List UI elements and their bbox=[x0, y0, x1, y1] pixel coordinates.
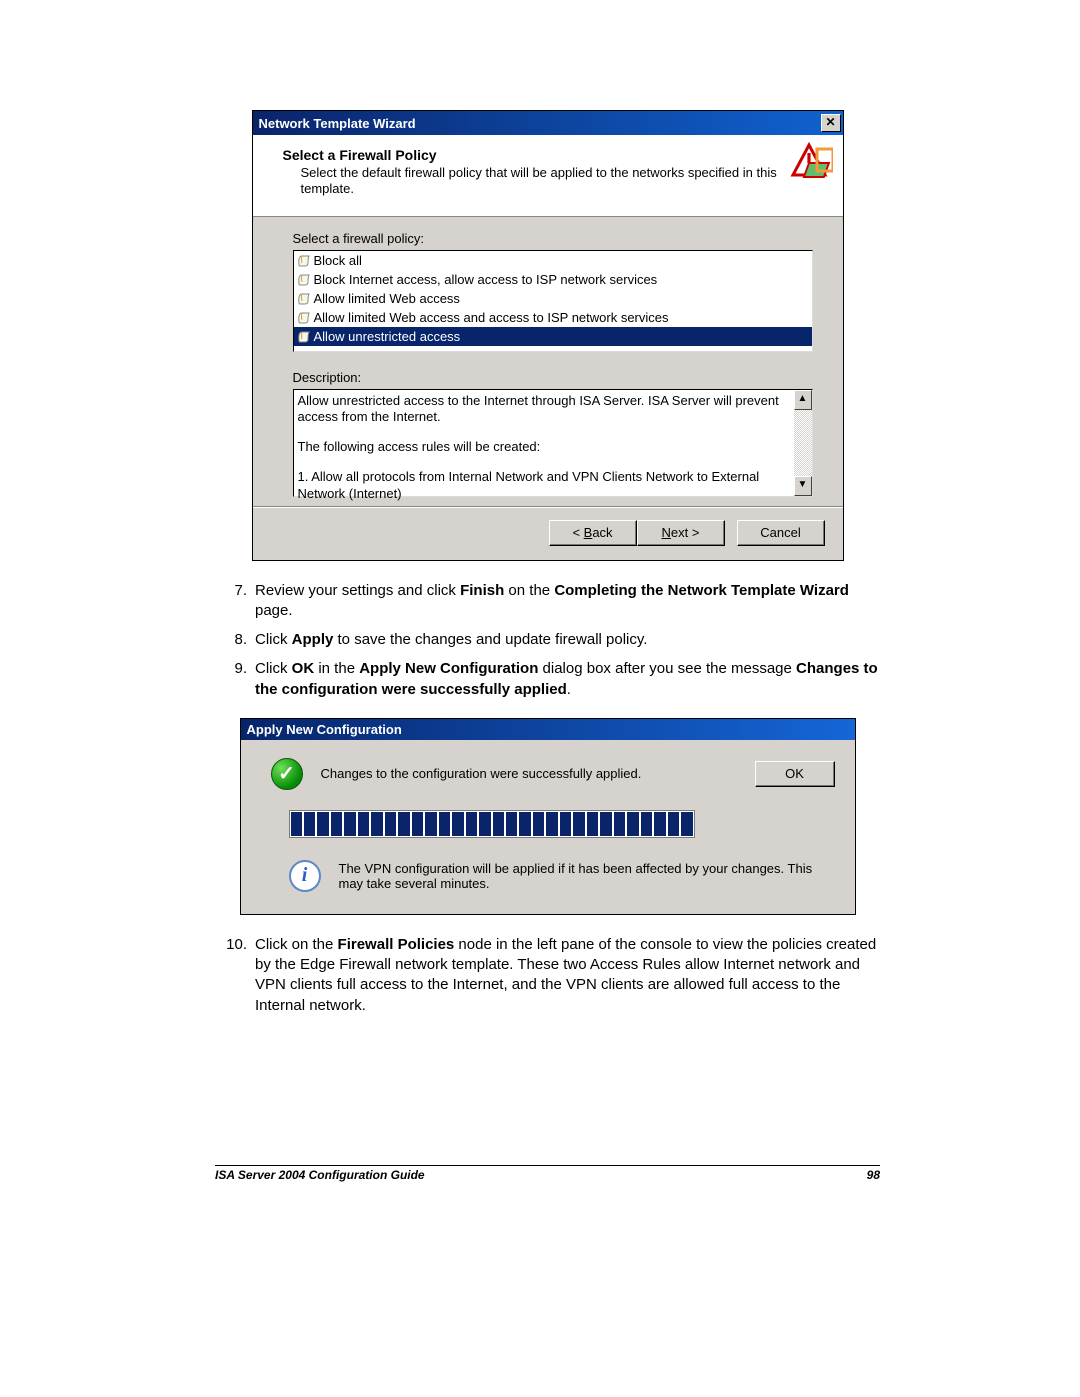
list-item-label: Allow unrestricted access bbox=[314, 329, 461, 344]
info-icon: i bbox=[289, 860, 321, 892]
list-item-label: Block all bbox=[314, 253, 362, 268]
firewall-policy-listbox[interactable]: Block all Block Internet access, allow a… bbox=[293, 250, 813, 352]
scroll-down-icon[interactable]: ▼ bbox=[794, 476, 812, 496]
description-line: The following access rules will be creat… bbox=[298, 439, 788, 456]
wizard-header-description: Select the default firewall policy that … bbox=[301, 165, 783, 198]
success-check-icon: ✓ bbox=[271, 758, 303, 790]
apply-dialog-title: Apply New Configuration bbox=[241, 719, 855, 740]
step-number: 10. bbox=[215, 935, 255, 1016]
wizard-header-title: Select a Firewall Policy bbox=[283, 147, 783, 163]
wizard-titlebar: Network Template Wizard ✕ bbox=[253, 111, 843, 135]
instruction-list: 7. Review your settings and click Finish… bbox=[215, 581, 880, 700]
list-item[interactable]: Allow unrestricted access bbox=[294, 327, 812, 346]
instruction-list: 10. Click on the Firewall Policies node … bbox=[215, 935, 880, 1016]
page-number: 98 bbox=[867, 1168, 880, 1182]
description-line: 1. Allow all protocols from Internal Net… bbox=[298, 469, 788, 503]
list-item[interactable]: Allow limited Web access bbox=[294, 289, 812, 308]
firewall-policy-label: Select a firewall policy: bbox=[293, 231, 425, 246]
apply-info-message: The VPN configuration will be applied if… bbox=[339, 861, 835, 891]
network-template-wizard-dialog: Network Template Wizard ✕ Select a Firew… bbox=[252, 110, 844, 561]
scroll-icon bbox=[296, 252, 312, 268]
scrollbar[interactable]: ▲ ▼ bbox=[794, 390, 812, 496]
description-box: Allow unrestricted access to the Interne… bbox=[293, 389, 813, 497]
wizard-footer: < Back Next > Cancel bbox=[253, 507, 843, 560]
cancel-button[interactable]: Cancel bbox=[737, 520, 825, 546]
scroll-icon bbox=[296, 290, 312, 306]
description-line: Allow unrestricted access to the Interne… bbox=[298, 393, 788, 427]
step-text: Review your settings and click Finish on… bbox=[255, 581, 880, 622]
list-item[interactable]: Block all bbox=[294, 251, 812, 270]
warning-icon bbox=[789, 141, 833, 184]
wizard-title: Network Template Wizard bbox=[259, 116, 416, 131]
step-number: 8. bbox=[215, 630, 255, 650]
step-text: Click on the Firewall Policies node in t… bbox=[255, 935, 880, 1016]
step-text: Click Apply to save the changes and upda… bbox=[255, 630, 880, 650]
apply-new-configuration-dialog: Apply New Configuration ✓ Changes to the… bbox=[240, 718, 856, 915]
ok-button[interactable]: OK bbox=[755, 761, 835, 787]
list-item-label: Allow limited Web access and access to I… bbox=[314, 310, 669, 325]
wizard-header: Select a Firewall Policy Select the defa… bbox=[253, 135, 843, 217]
footer-title: ISA Server 2004 Configuration Guide bbox=[215, 1168, 425, 1182]
description-label: Description: bbox=[293, 370, 813, 385]
scroll-icon bbox=[296, 309, 312, 325]
scroll-track[interactable] bbox=[794, 410, 812, 476]
progress-bar bbox=[289, 810, 695, 838]
step-number: 9. bbox=[215, 659, 255, 700]
scroll-icon bbox=[296, 271, 312, 287]
next-button[interactable]: Next > bbox=[637, 520, 725, 546]
page-footer: ISA Server 2004 Configuration Guide 98 bbox=[215, 1165, 880, 1182]
step-text: Click OK in the Apply New Configuration … bbox=[255, 659, 880, 700]
back-button[interactable]: < Back bbox=[549, 520, 637, 546]
apply-success-message: Changes to the configuration were succes… bbox=[321, 766, 737, 781]
list-item-label: Allow limited Web access bbox=[314, 291, 460, 306]
step-number: 7. bbox=[215, 581, 255, 622]
scroll-icon bbox=[296, 328, 312, 344]
scroll-up-icon[interactable]: ▲ bbox=[794, 390, 812, 410]
list-item[interactable]: Block Internet access, allow access to I… bbox=[294, 270, 812, 289]
close-icon[interactable]: ✕ bbox=[821, 114, 841, 132]
list-item-label: Block Internet access, allow access to I… bbox=[314, 272, 658, 287]
list-item[interactable]: Allow limited Web access and access to I… bbox=[294, 308, 812, 327]
